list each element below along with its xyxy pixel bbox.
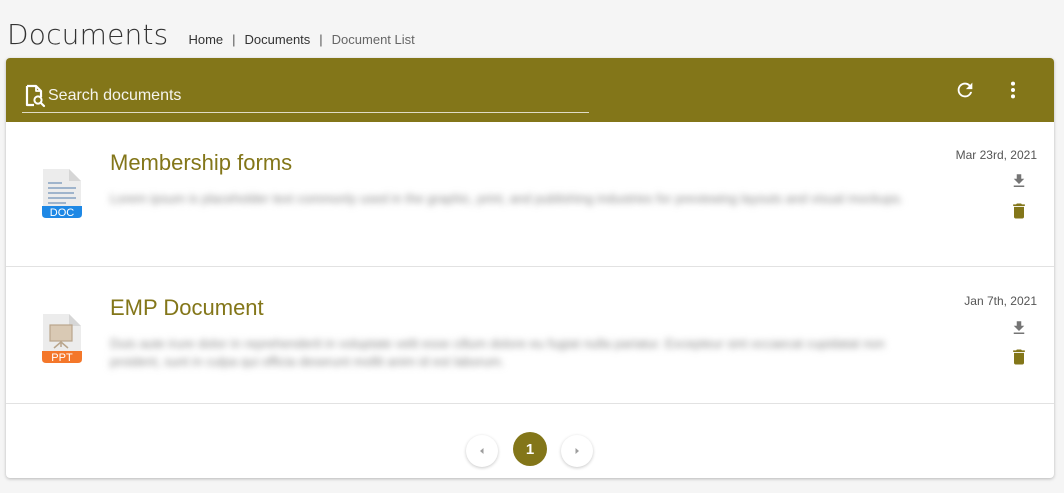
- document-row: DOC Membership forms Lorem ipsum is plac…: [6, 122, 1054, 267]
- document-date: Jan 7th, 2021: [964, 294, 1037, 308]
- documents-card: DOC Membership forms Lorem ipsum is plac…: [6, 58, 1054, 478]
- breadcrumb-document-list: Document List: [331, 32, 415, 47]
- breadcrumb-documents[interactable]: Documents: [245, 32, 311, 47]
- document-title[interactable]: EMP Document: [110, 295, 264, 321]
- refresh-icon: [957, 82, 973, 98]
- chevron-left-icon: [480, 448, 484, 454]
- file-type-label: PPT: [51, 352, 73, 364]
- page-1-button[interactable]: 1: [513, 432, 547, 466]
- breadcrumb: Home | Documents | Document List: [188, 32, 414, 47]
- more-options-button[interactable]: [997, 74, 1029, 106]
- document-date: Mar 23rd, 2021: [955, 148, 1037, 162]
- download-icon: [1013, 321, 1025, 334]
- download-icon: [1013, 174, 1025, 187]
- document-description: Lorem ipsum is placeholder text commonly…: [110, 191, 904, 206]
- delete-button[interactable]: [1008, 346, 1030, 368]
- next-page-button[interactable]: [561, 435, 593, 467]
- search-field[interactable]: [22, 68, 589, 113]
- breadcrumb-separator: |: [319, 32, 323, 47]
- trash-icon: [1013, 203, 1025, 219]
- page-title: Documents: [7, 18, 169, 51]
- file-type-label: DOC: [50, 207, 75, 219]
- document-title[interactable]: Membership forms: [110, 150, 292, 176]
- ppt-file-icon: PPT: [39, 313, 85, 369]
- breadcrumb-separator: |: [232, 32, 236, 47]
- document-description: Duis aute irure dolor in reprehenderit i…: [110, 336, 885, 369]
- page-header: Documents Home | Documents | Document Li…: [7, 18, 415, 51]
- file-search-icon: [24, 84, 46, 108]
- delete-button[interactable]: [1008, 200, 1030, 222]
- documents-toolbar: [6, 58, 1054, 122]
- download-button[interactable]: [1008, 170, 1030, 192]
- breadcrumb-home[interactable]: Home: [188, 32, 223, 47]
- chevron-right-icon: [575, 448, 579, 454]
- prev-page-button[interactable]: [466, 435, 498, 467]
- trash-icon: [1013, 349, 1025, 365]
- download-button[interactable]: [1008, 317, 1030, 339]
- pagination: 1: [6, 430, 1054, 470]
- search-input[interactable]: [48, 85, 568, 106]
- refresh-button[interactable]: [949, 74, 981, 106]
- doc-file-icon: DOC: [39, 168, 85, 224]
- document-row: PPT EMP Document Duis aute irure dolor i…: [6, 259, 1054, 404]
- more-vertical-icon: [1010, 81, 1016, 99]
